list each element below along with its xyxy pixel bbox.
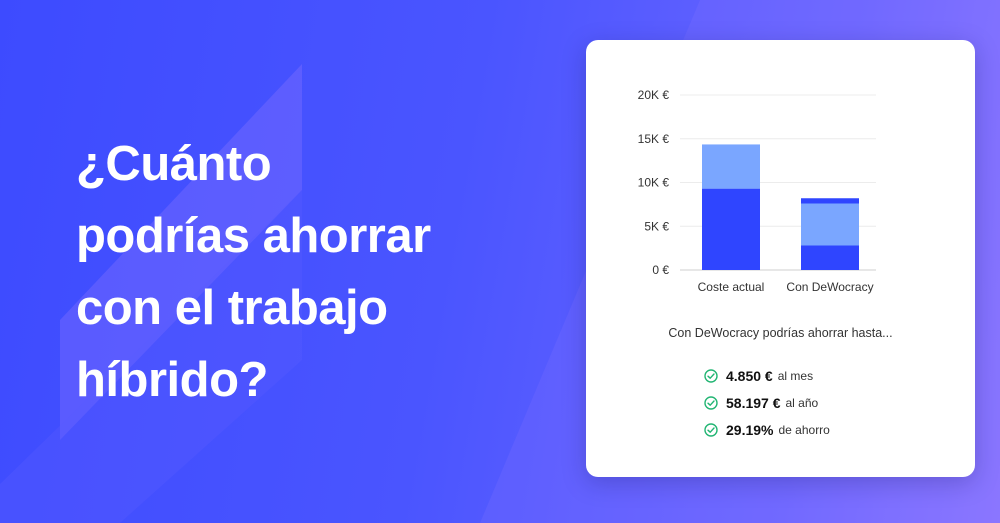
savings-item-year: 58.197 € al año bbox=[704, 389, 830, 416]
savings-value: 29.19% bbox=[726, 421, 774, 438]
x-category-label: Con DeWocracy bbox=[786, 280, 873, 294]
bar-segment bbox=[801, 245, 859, 270]
stacked-bar-chart: 0 € 5K € 10K € 15K € 20K € Coste actual Con De… bbox=[638, 88, 876, 294]
savings-label: de ahorro bbox=[778, 422, 830, 437]
savings-value: 4.850 € bbox=[726, 367, 773, 384]
savings-item-percent: 29.19% de ahorro bbox=[704, 416, 830, 443]
y-tick-label: 0 € bbox=[652, 263, 669, 277]
headline-line-2: podrías ahorrar bbox=[76, 209, 431, 263]
headline-line-3: con el trabajo bbox=[76, 281, 388, 335]
headline-line-4: híbrido? bbox=[76, 353, 268, 407]
savings-intro: Con DeWocracy podrías ahorrar hasta... bbox=[668, 326, 893, 340]
bar-segment bbox=[801, 203, 859, 246]
bar-segment bbox=[801, 198, 859, 204]
savings-label: al año bbox=[785, 395, 819, 410]
check-circle-icon bbox=[704, 368, 718, 383]
savings-value: 58.197 € bbox=[726, 394, 781, 411]
savings-list: 4.850 € al mes 58.197 € al año 29.19% de… bbox=[704, 362, 830, 443]
x-category-label: Coste actual bbox=[698, 280, 765, 294]
bar-segment bbox=[702, 188, 760, 270]
y-tick-label: 5K € bbox=[644, 219, 669, 233]
savings-item-month: 4.850 € al mes bbox=[704, 362, 830, 389]
savings-label: al mes bbox=[777, 368, 814, 383]
y-tick-label: 10K € bbox=[638, 176, 670, 190]
check-circle-icon bbox=[704, 395, 718, 410]
savings-card: 0 € 5K € 10K € 15K € 20K € Coste actual Con De… bbox=[586, 40, 975, 477]
headline-line-1: ¿Cuánto bbox=[76, 137, 272, 191]
y-tick-label: 15K € bbox=[638, 132, 670, 146]
bar-segment bbox=[702, 144, 760, 189]
headline: ¿Cuánto podrías ahorrar con el trabajo h… bbox=[76, 128, 556, 416]
check-circle-icon bbox=[704, 422, 718, 437]
y-tick-label: 20K € bbox=[638, 88, 670, 102]
